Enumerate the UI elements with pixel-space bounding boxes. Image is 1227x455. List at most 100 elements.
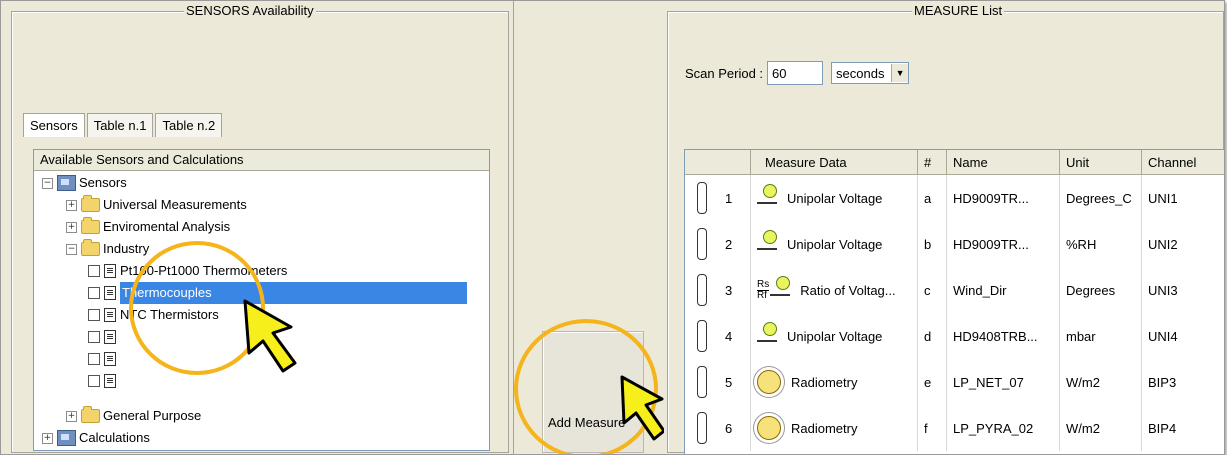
tab-table-1[interactable]: Table n.1 bbox=[86, 113, 154, 137]
unit-cell: Degrees bbox=[1060, 267, 1142, 313]
tree-node-general-purpose[interactable]: + General Purpose bbox=[66, 405, 201, 427]
tree-node-label: Calculations bbox=[79, 430, 150, 445]
table-row[interactable]: 2 Unipolar Voltage b HD9009TR... %RH UNI2 bbox=[685, 221, 1224, 267]
book-icon bbox=[57, 175, 76, 191]
document-icon bbox=[104, 374, 116, 388]
pointer-cursor-icon bbox=[243, 299, 297, 373]
tab-table-2[interactable]: Table n.2 bbox=[155, 113, 223, 137]
sensors-panel-title: SENSORS Availability bbox=[184, 3, 316, 18]
row-lead: 2 bbox=[685, 221, 751, 267]
unipolar-voltage-icon bbox=[757, 230, 777, 258]
id-cell: c bbox=[918, 267, 947, 313]
tab-sensors[interactable]: Sensors bbox=[23, 113, 85, 137]
table-row[interactable]: 3 Rs Rf Ratio of Voltag... c Wind_Dir Degrees U… bbox=[685, 267, 1224, 313]
header-name[interactable]: Name bbox=[947, 150, 1060, 174]
book-icon bbox=[57, 430, 76, 446]
name-cell: Wind_Dir bbox=[947, 267, 1060, 313]
measure-data-cell: Radiometry bbox=[751, 359, 918, 405]
tree-node-calculations[interactable]: + Calculations bbox=[42, 427, 150, 449]
row-number: 5 bbox=[725, 374, 733, 390]
row-number: 4 bbox=[725, 328, 733, 344]
scan-period-input[interactable] bbox=[767, 61, 824, 85]
ratio-denominator: Rf bbox=[757, 289, 767, 301]
tree-header: Available Sensors and Calculations bbox=[34, 150, 489, 171]
measure-panel-title: MEASURE List bbox=[912, 3, 1005, 18]
measure-data-cell: Rs Rf Ratio of Voltag... bbox=[751, 267, 918, 313]
thermometer-icon bbox=[697, 412, 707, 444]
name-cell: HD9009TR... bbox=[947, 221, 1060, 267]
header-measure-data[interactable]: Measure Data bbox=[751, 150, 918, 174]
checkbox[interactable] bbox=[88, 375, 100, 387]
tree-node-universal-measurements[interactable]: + Universal Measurements bbox=[66, 194, 247, 216]
unipolar-voltage-icon bbox=[770, 276, 791, 304]
sensors-pane: SENSORS Availability Sensors Table n.1 T… bbox=[1, 1, 513, 454]
document-icon bbox=[104, 308, 116, 322]
id-cell: a bbox=[918, 175, 947, 221]
thermometer-icon bbox=[697, 228, 707, 260]
measure-list: Measure Data # Name Unit Channel 1 Unipol… bbox=[684, 149, 1224, 454]
measure-data-cell: Radiometry bbox=[751, 405, 918, 451]
table-row[interactable]: 4 Unipolar Voltage d HD9408TRB... mbar UNI4 bbox=[685, 313, 1224, 359]
name-cell: HD9009TR... bbox=[947, 175, 1060, 221]
sensors-tabs: Sensors Table n.1 Table n.2 bbox=[23, 113, 224, 137]
scan-period-label: Scan Period : bbox=[685, 65, 764, 81]
unit-cell: mbar bbox=[1060, 313, 1142, 359]
expand-icon[interactable]: + bbox=[66, 410, 77, 422]
channel-cell: UNI2 bbox=[1142, 221, 1224, 267]
unit-cell: W/m2 bbox=[1060, 359, 1142, 405]
expand-icon[interactable]: + bbox=[66, 221, 77, 233]
header-hash[interactable]: # bbox=[918, 150, 947, 174]
row-lead: 3 bbox=[685, 267, 751, 313]
document-icon bbox=[104, 330, 116, 344]
checkbox[interactable] bbox=[88, 331, 100, 343]
channel-cell: UNI1 bbox=[1142, 175, 1224, 221]
measure-data-cell: Unipolar Voltage bbox=[751, 175, 918, 221]
name-cell: HD9408TRB... bbox=[947, 313, 1060, 359]
checkbox[interactable] bbox=[88, 265, 100, 277]
checkbox[interactable] bbox=[88, 309, 100, 321]
tree-node-empty-2[interactable] bbox=[88, 348, 120, 370]
row-number: 1 bbox=[725, 190, 733, 206]
scan-period: Scan Period : seconds ▼ bbox=[685, 61, 910, 85]
ratio-voltage-icon: Rs Rf bbox=[757, 276, 791, 304]
checkbox[interactable] bbox=[88, 287, 100, 299]
expand-icon[interactable]: + bbox=[66, 199, 77, 211]
middle-pane: Add Measure bbox=[513, 1, 666, 454]
unit-cell: Degrees_C bbox=[1060, 175, 1142, 221]
ratio-numerator: Rs bbox=[757, 278, 770, 291]
table-row[interactable]: 5 Radiometry e LP_NET_07 W/m2 BIP3 bbox=[685, 359, 1224, 405]
channel-cell: BIP3 bbox=[1142, 359, 1224, 405]
collapse-icon[interactable]: − bbox=[66, 243, 77, 255]
scan-unit-select[interactable]: seconds ▼ bbox=[831, 62, 910, 84]
header-channel[interactable]: Channel bbox=[1142, 150, 1224, 174]
row-lead: 1 bbox=[685, 175, 751, 221]
chevron-down-icon[interactable]: ▼ bbox=[891, 64, 909, 82]
tree-node-empty-1[interactable] bbox=[88, 326, 120, 348]
folder-icon bbox=[81, 406, 100, 423]
tree-node-label: Enviromental Analysis bbox=[103, 219, 231, 234]
row-lead: 5 bbox=[685, 359, 751, 405]
row-number: 6 bbox=[725, 420, 733, 436]
channel-cell: BIP4 bbox=[1142, 405, 1224, 451]
measure-data-label: Radiometry bbox=[791, 374, 858, 390]
channel-cell: UNI4 bbox=[1142, 313, 1224, 359]
tree-node-label: Industry bbox=[103, 241, 150, 256]
measure-data-cell: Unipolar Voltage bbox=[751, 221, 918, 267]
expand-icon[interactable]: + bbox=[42, 432, 53, 444]
tree-node-enviromental-analysis[interactable]: + Enviromental Analysis bbox=[66, 216, 230, 238]
measure-data-label: Radiometry bbox=[791, 420, 858, 436]
header-unit[interactable]: Unit bbox=[1060, 150, 1142, 174]
collapse-icon[interactable]: − bbox=[42, 177, 53, 189]
id-cell: d bbox=[918, 313, 947, 359]
thermometer-icon bbox=[697, 274, 707, 306]
tree-node-industry[interactable]: − Industry bbox=[66, 238, 149, 260]
tree-node-sensors[interactable]: − Sensors bbox=[42, 172, 127, 194]
checkbox[interactable] bbox=[88, 353, 100, 365]
id-cell: f bbox=[918, 405, 947, 451]
name-cell: LP_NET_07 bbox=[947, 359, 1060, 405]
folder-icon bbox=[81, 195, 100, 212]
tree-node-empty-3[interactable] bbox=[88, 370, 120, 392]
table-row[interactable]: 6 Radiometry f LP_PYRA_02 W/m2 BIP4 bbox=[685, 405, 1224, 451]
table-row[interactable]: 1 Unipolar Voltage a HD9009TR... Degrees_C UN… bbox=[685, 175, 1224, 221]
folder-icon bbox=[81, 239, 100, 256]
